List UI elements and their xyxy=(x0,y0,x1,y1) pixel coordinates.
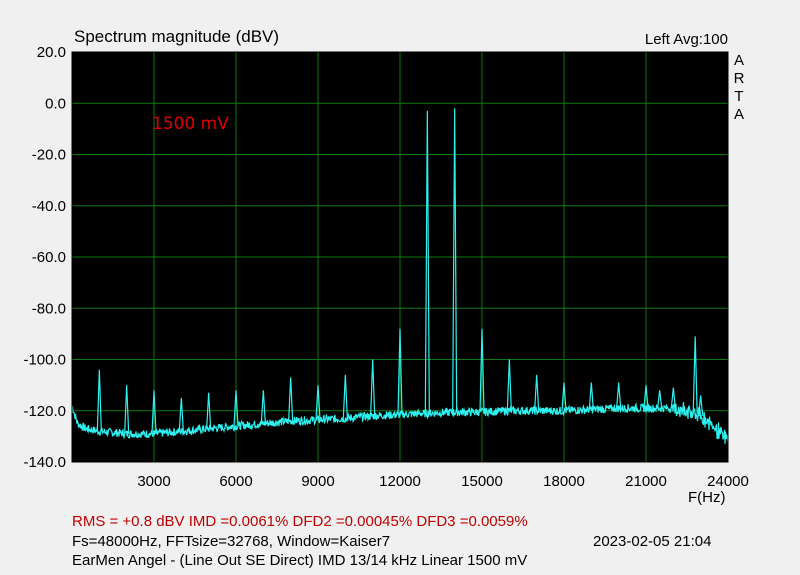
x-tick-label: 6000 xyxy=(219,473,252,490)
y-tick-label: 0.0 xyxy=(45,95,66,112)
x-axis-label: F(Hz) xyxy=(688,489,726,506)
y-tick-label: -80.0 xyxy=(32,300,66,317)
y-tick-label: -20.0 xyxy=(32,147,66,164)
y-tick-label: -40.0 xyxy=(32,198,66,215)
level-annotation: 1500 mV xyxy=(152,114,229,134)
y-tick-label: -140.0 xyxy=(23,454,66,471)
x-tick-label: 12000 xyxy=(379,473,421,490)
x-tick-label: 15000 xyxy=(461,473,503,490)
x-tick-label: 18000 xyxy=(543,473,585,490)
x-tick-label: 24000 xyxy=(707,473,749,490)
measurement-readout: RMS = +0.8 dBV IMD =0.0061% DFD2 =0.0004… xyxy=(72,513,528,530)
fft-parameters: Fs=48000Hz, FFTsize=32768, Window=Kaiser… xyxy=(72,533,391,550)
y-tick-label: -60.0 xyxy=(32,249,66,266)
y-tick-label: -100.0 xyxy=(23,352,66,369)
x-tick-label: 9000 xyxy=(301,473,334,490)
x-tick-label: 3000 xyxy=(137,473,170,490)
x-tick-label: 21000 xyxy=(625,473,667,490)
measurement-description: EarMen Angel - (Line Out SE Direct) IMD … xyxy=(72,552,528,569)
timestamp: 2023-02-05 21:04 xyxy=(593,533,712,550)
y-tick-label: 20.0 xyxy=(37,44,66,61)
spectrum-chart: 3000 6000 9000 12000 15000 18000 21000 24000 20.… xyxy=(23,44,749,490)
y-tick-label: -120.0 xyxy=(23,403,66,420)
